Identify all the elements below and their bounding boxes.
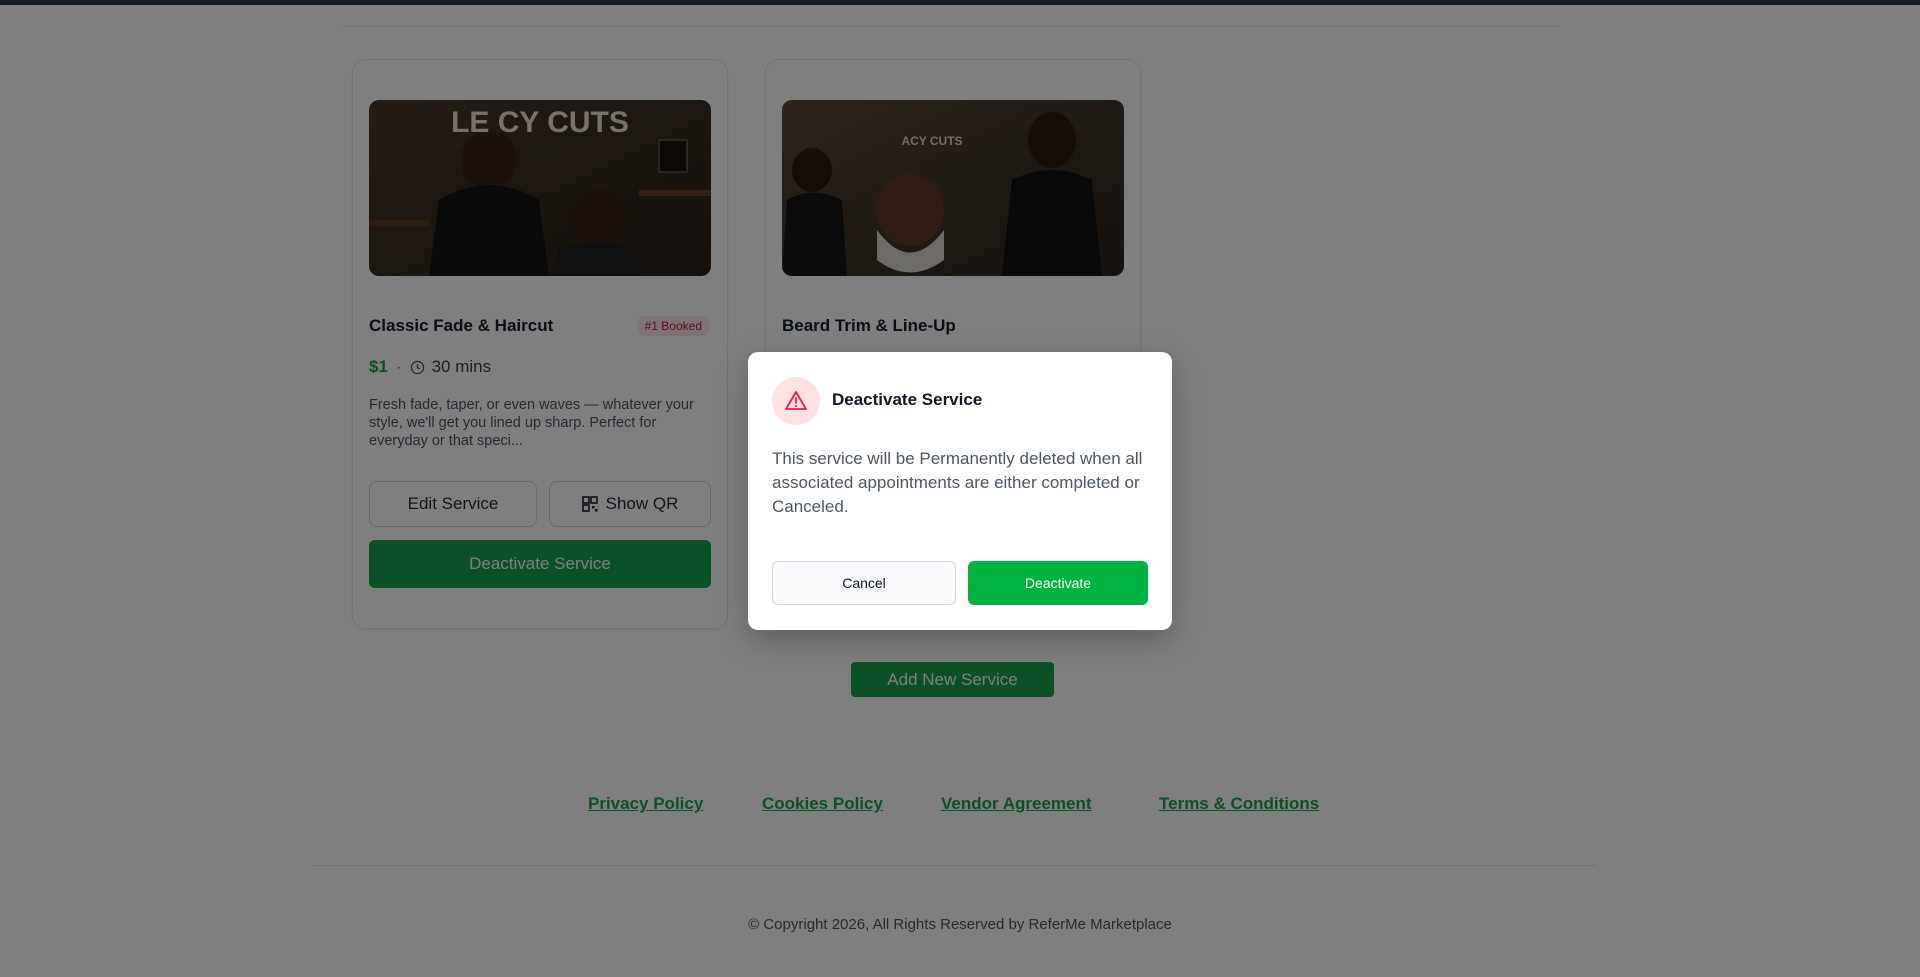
warning-triangle-icon: [785, 391, 807, 410]
cancel-button[interactable]: Cancel: [772, 561, 956, 605]
deactivate-service-dialog: Deactivate Service This service will be …: [748, 352, 1172, 630]
confirm-deactivate-button[interactable]: Deactivate: [968, 561, 1148, 605]
dialog-message: This service will be Permanently deleted…: [772, 449, 1143, 516]
warning-icon-wrapper: [772, 377, 820, 425]
dialog-title: Deactivate Service: [832, 390, 983, 409]
